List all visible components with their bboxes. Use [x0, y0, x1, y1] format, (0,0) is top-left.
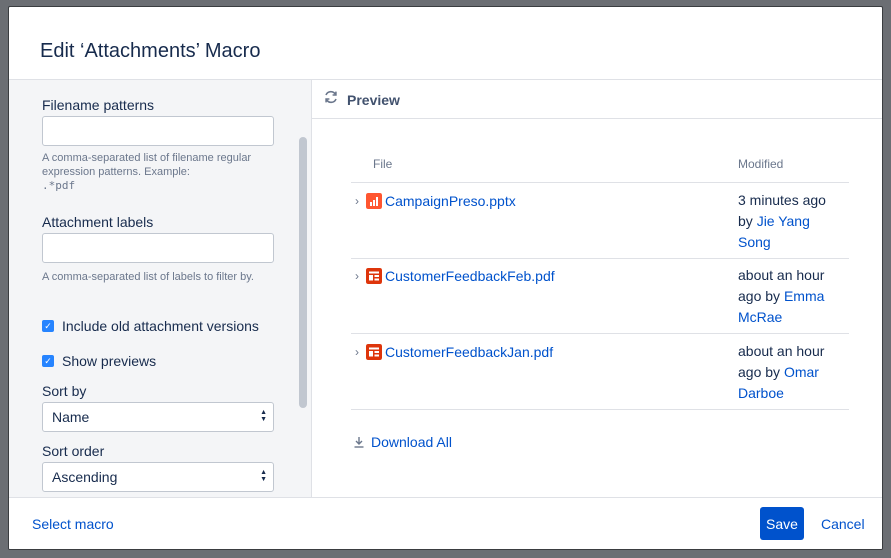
show-previews-label: Show previews — [62, 353, 157, 369]
select-arrows-icon: ▲ ▼ — [260, 469, 267, 483]
author-link[interactable]: Song — [738, 234, 771, 250]
sort-by-label: Sort by — [42, 383, 87, 399]
row-divider — [351, 258, 849, 259]
include-old-versions-checkbox[interactable]: ✓ — [42, 320, 54, 332]
chevron-right-icon[interactable]: › — [355, 194, 359, 208]
attachment-labels-input[interactable] — [42, 233, 274, 263]
row-divider — [351, 333, 849, 334]
header-divider — [351, 182, 849, 183]
select-macro-link[interactable]: Select macro — [32, 516, 114, 532]
edit-macro-dialog: Edit ‘Attachments’ Macro Filename patter… — [8, 6, 883, 550]
refresh-icon[interactable] — [323, 89, 339, 105]
preview-header: Preview — [312, 80, 882, 119]
sort-order-select[interactable]: Ascending ▲ ▼ — [42, 462, 274, 492]
modified-time: 3 minutes ago — [738, 192, 826, 208]
show-previews-row[interactable]: ✓ Show previews — [42, 353, 156, 369]
modified-info: about an hour ago by Omar Darboe — [738, 341, 848, 404]
chevron-right-icon[interactable]: › — [355, 269, 359, 283]
sort-by-value: Name — [52, 409, 90, 425]
author-link[interactable]: McRae — [738, 309, 782, 325]
file-link-customerfeedbackfeb[interactable]: CustomerFeedbackFeb.pdf — [385, 268, 555, 284]
filename-help-text: A comma-separated list of filename regul… — [42, 152, 252, 178]
modified-info: about an hour ago by Emma McRae — [738, 265, 848, 328]
save-button[interactable]: Save — [760, 507, 804, 540]
modified-by: by — [738, 213, 757, 229]
filename-patterns-input[interactable] — [42, 116, 274, 146]
chevron-right-icon[interactable]: › — [355, 345, 359, 359]
preview-heading: Preview — [347, 92, 400, 108]
presentation-file-icon — [366, 193, 382, 209]
download-icon — [354, 437, 364, 448]
cancel-button[interactable]: Cancel — [821, 516, 865, 532]
panel-scrollbar[interactable] — [299, 137, 307, 408]
filename-patterns-label: Filename patterns — [42, 97, 155, 113]
dialog-footer: Select macro Save Cancel — [9, 497, 882, 549]
dialog-header: Edit ‘Attachments’ Macro — [9, 7, 882, 80]
modified-time: about an hour — [738, 267, 825, 283]
show-previews-checkbox[interactable]: ✓ — [42, 355, 54, 367]
author-link[interactable]: Omar — [784, 364, 819, 380]
pdf-file-icon — [366, 344, 382, 360]
dialog-title: Edit ‘Attachments’ Macro — [40, 40, 261, 62]
select-arrows-icon: ▲ ▼ — [260, 409, 267, 423]
modified-by: ago by — [738, 364, 784, 380]
include-old-versions-label: Include old attachment versions — [62, 318, 259, 334]
modified-by: ago by — [738, 288, 784, 304]
macro-parameters-panel: Filename patterns A comma-separated list… — [9, 80, 312, 498]
author-link[interactable]: Jie Yang — [757, 213, 810, 229]
filename-patterns-help: A comma-separated list of filename regul… — [42, 151, 282, 193]
row-divider — [351, 409, 849, 410]
attachment-labels-label: Attachment labels — [42, 214, 154, 230]
filename-example: .*pdf — [42, 179, 76, 192]
file-link-customerfeedbackjan[interactable]: CustomerFeedbackJan.pdf — [385, 344, 553, 360]
download-all-link[interactable]: Download All — [353, 434, 452, 450]
modified-info: 3 minutes ago by Jie Yang Song — [738, 190, 848, 253]
preview-panel: Preview File Modified › CampaignPreso.pp… — [312, 80, 882, 498]
attachment-labels-help: A comma-separated list of labels to filt… — [42, 271, 254, 283]
include-old-versions-row[interactable]: ✓ Include old attachment versions — [42, 318, 259, 334]
sort-order-value: Ascending — [52, 469, 118, 485]
modified-column-header: Modified — [738, 157, 784, 171]
sort-by-select[interactable]: Name ▲ ▼ — [42, 402, 274, 432]
author-link[interactable]: Emma — [784, 288, 824, 304]
file-link-campaignpreso[interactable]: CampaignPreso.pptx — [385, 193, 516, 209]
author-link[interactable]: Darboe — [738, 385, 784, 401]
pdf-file-icon — [366, 268, 382, 284]
modified-time: about an hour — [738, 343, 825, 359]
sort-order-label: Sort order — [42, 443, 105, 459]
file-column-header: File — [373, 157, 393, 171]
download-all-label: Download All — [371, 434, 452, 450]
